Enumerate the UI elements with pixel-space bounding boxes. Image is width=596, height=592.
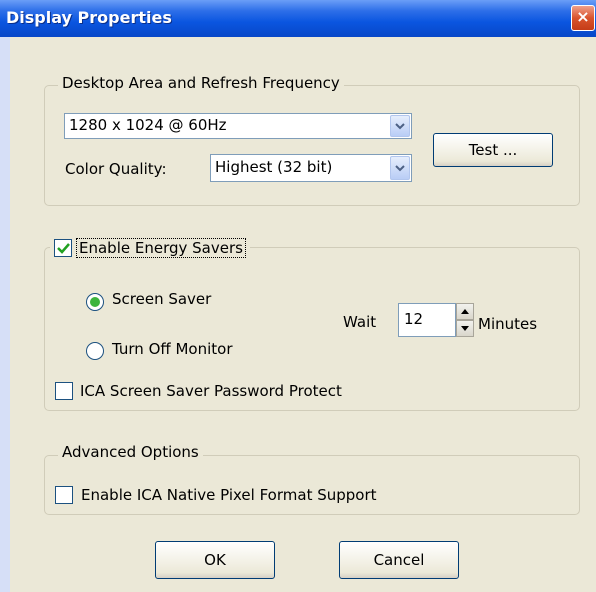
- wait-minutes-input[interactable]: 12: [398, 303, 456, 337]
- window-border: [0, 37, 10, 592]
- ok-button[interactable]: OK: [155, 541, 275, 579]
- chevron-down-icon: [395, 122, 405, 129]
- color-quality-label: Color Quality:: [65, 160, 167, 178]
- chevron-up-icon: [461, 309, 469, 314]
- display-settings-legend: Desktop Area and Refresh Frequency: [58, 74, 344, 92]
- display-properties-dialog: Display Properties × Desktop Area and Re…: [0, 0, 596, 592]
- password-protect-checkbox[interactable]: [55, 382, 73, 400]
- minutes-label: Minutes: [478, 315, 538, 333]
- close-button[interactable]: ×: [571, 5, 595, 31]
- test-button-label: Test ...: [468, 141, 518, 159]
- advanced-options-legend: Advanced Options: [58, 443, 203, 461]
- wait-label: Wait: [343, 313, 377, 331]
- turn-off-monitor-label[interactable]: Turn Off Monitor: [112, 340, 233, 358]
- wait-minutes-value: 12: [404, 310, 424, 328]
- dialog-client-area: Desktop Area and Refresh Frequency 1280 …: [10, 37, 596, 592]
- wait-spin-up-button[interactable]: [456, 303, 474, 320]
- native-pixel-checkbox[interactable]: [55, 486, 73, 504]
- enable-energy-savers-checkbox[interactable]: [54, 239, 72, 257]
- screen-saver-label[interactable]: Screen Saver: [112, 290, 211, 308]
- advanced-options-group: [44, 455, 580, 515]
- color-quality-dropdown-arrow[interactable]: [390, 156, 410, 180]
- password-protect-label[interactable]: ICA Screen Saver Password Protect: [80, 382, 342, 400]
- wait-spin-down-button[interactable]: [456, 320, 474, 337]
- energy-savers-legend: Enable Energy Savers: [50, 237, 250, 259]
- close-icon: ×: [576, 7, 590, 26]
- native-pixel-label[interactable]: Enable ICA Native Pixel Format Support: [81, 486, 377, 504]
- radio-selected-dot: [90, 297, 100, 307]
- chevron-down-icon: [395, 164, 405, 171]
- resolution-dropdown-arrow[interactable]: [390, 115, 410, 137]
- color-quality-dropdown[interactable]: Highest (32 bit): [210, 154, 412, 182]
- resolution-dropdown[interactable]: 1280 x 1024 @ 60Hz: [64, 113, 412, 139]
- check-mark-icon: [56, 242, 70, 254]
- test-button[interactable]: Test ...: [433, 133, 553, 167]
- ok-button-label: OK: [204, 551, 226, 569]
- enable-energy-savers-label[interactable]: Enable Energy Savers: [76, 238, 246, 258]
- chevron-down-icon: [461, 326, 469, 331]
- resolution-value: 1280 x 1024 @ 60Hz: [69, 116, 227, 134]
- title-bar[interactable]: Display Properties ×: [0, 0, 596, 37]
- screen-saver-radio[interactable]: [86, 293, 104, 311]
- cancel-button-label: Cancel: [373, 551, 425, 569]
- cancel-button[interactable]: Cancel: [339, 541, 459, 579]
- window-title: Display Properties: [6, 8, 172, 27]
- turn-off-monitor-radio[interactable]: [86, 342, 104, 360]
- color-quality-value: Highest (32 bit): [215, 158, 333, 176]
